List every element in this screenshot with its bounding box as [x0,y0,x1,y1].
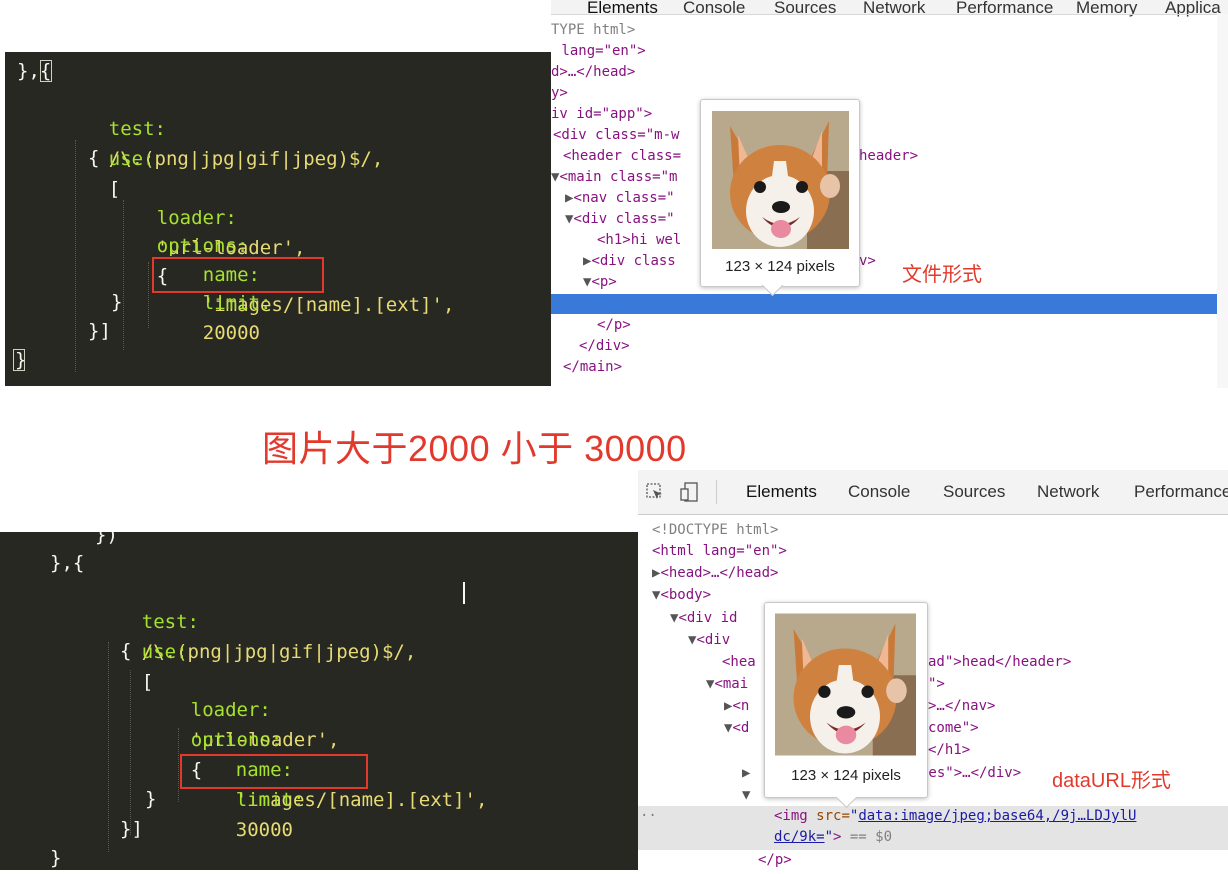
dom-row-img-selected[interactable]: <img src="/images/dog.jpg"> == $0 [551,294,1217,332]
dom-row-p-close[interactable]: </p> [597,317,631,333]
code-brace-close: } [145,788,157,810]
device-toolbar-icon[interactable] [680,482,698,502]
code-line-close-open: },{ [50,552,85,574]
code-limit-value: 30000 [235,819,293,841]
collapse-triangle-icon[interactable]: ▶ [742,765,750,781]
dom-row-nav-tail: >…</nav> [928,698,996,714]
expand-triangle-icon[interactable]: ▼ [742,787,750,803]
limit-highlight-box [152,257,324,293]
dom-row-div-close[interactable]: </div> [579,338,630,354]
dom-row-body[interactable]: y> [551,85,568,101]
img-src-link-cont[interactable]: dc/9k= [774,829,825,845]
dom-row-header[interactable]: <hea [722,654,756,670]
dom-row-header[interactable]: <header class= [563,148,681,164]
code-close-bracket: }] [88,320,111,342]
console-ref-label: == $0 [849,829,893,845]
tab-network[interactable]: Network [1037,470,1099,514]
inspect-element-icon[interactable] [646,483,662,499]
dom-row-main[interactable]: <mai [714,676,748,692]
dom-row-doctype[interactable]: TYPE html> [551,22,635,38]
tab-performance[interactable]: Performance [1134,470,1228,514]
file-form-annotation: 文件形式 [902,264,982,286]
dom-row-h1-close: </h1> [928,742,971,758]
image-size-caption: 123 × 124 pixels [791,767,901,784]
image-size-caption: 123 × 124 pixels [725,258,835,275]
code-use-key: use: [108,148,155,170]
dom-row-head[interactable]: d>…</head> [551,64,635,80]
code-brace-open: { [120,640,132,662]
text-cursor [463,582,465,604]
dom-row-div[interactable]: <div class=" [573,211,674,227]
tab-sources[interactable]: Sources [943,470,1005,514]
dom-row-main-close[interactable]: </main> [563,359,622,375]
code-close-bracket: }] [120,818,143,840]
bottom-code-editor[interactable]: }) },{ test: /\.(png|jpg|gif|jpeg)$/, us… [0,532,638,870]
dom-row-p[interactable]: <p> [591,274,616,290]
dom-row-main-tail: "> [928,676,945,692]
code-brace-close: } [111,291,123,313]
top-code-editor[interactable]: },{ test: /\.(png|jpg|gif|jpeg)$/, use: … [5,52,551,386]
limit-highlight-box [180,754,368,789]
size-range-heading: 图片大于2000 小于 30000 [262,428,687,469]
dom-row-div-app[interactable]: <div id [678,610,737,626]
dom-row-body[interactable]: <body> [660,587,711,603]
dom-row-nav[interactable]: <nav class=" [573,190,674,206]
dom-row-html[interactable]: lang="en"> [553,43,645,59]
devtools-tab-bar: Elements Console Sources Network Perform… [551,0,1228,17]
code-brace-open: { [88,147,100,169]
code-use-key: use: [141,641,188,663]
dom-row-div2-tail: come"> [928,720,979,736]
dataurl-form-annotation: dataURL形式 [1052,770,1171,792]
code-limit-value: 20000 [202,322,260,344]
bottom-devtools-panel[interactable]: Elements Console Sources Network Perform… [638,470,1228,874]
img-src-link[interactable]: data:image/jpeg;base64,/9j…LDJylU [858,808,1136,824]
dom-row-div-app[interactable]: iv id="app"> [551,106,652,122]
bracket-match-marker-end [13,349,25,371]
code-line-prev: }) [95,532,118,546]
dog-photo [775,613,916,756]
tab-console[interactable]: Console [848,470,910,514]
dom-row-doctype[interactable]: <!DOCTYPE html> [652,522,778,538]
image-preview-tooltip: 123 × 124 pixels [764,602,928,809]
dom-row-html[interactable]: <html lang="en"> [652,543,787,559]
dom-row-div2[interactable]: <d [732,720,749,736]
dom-row-div3-tail: kes">…</div> [920,765,1022,781]
code-limit-key: limit: [202,292,272,314]
dom-row-div-inner[interactable]: <div [696,632,730,648]
top-devtools-panel[interactable]: Elements Console Sources Network Perform… [551,0,1228,388]
dom-row-header-tail: ad">head</header> [928,654,1072,670]
dom-row-main[interactable]: <main class="m [559,169,677,185]
dom-row-div-mw[interactable]: <div class="m-w [553,127,679,143]
dog-photo [712,111,849,249]
dom-row-div-class[interactable]: <div class [591,253,675,269]
dom-row-header-tail: header> [859,148,919,164]
dom-row-div-tail: v> [859,253,876,269]
code-last-brace: } [50,847,62,869]
dom-row-p-close[interactable]: </p> [758,852,792,868]
code-limit-key: limit: [235,789,305,811]
devtools-tab-bar: Elements Console Sources Network Perform… [638,470,1228,515]
dom-row-head[interactable]: <head>…</head> [660,565,778,581]
dom-row-nav[interactable]: <n [732,698,749,714]
tab-elements[interactable]: Elements [746,470,817,514]
dom-row-img-selected[interactable]: ·· <img src="data:image/jpeg;base64,/9j…… [638,806,1228,850]
image-preview-tooltip: 123 × 124 pixels [700,99,860,297]
bracket-match-marker [40,60,52,82]
dom-row-h1[interactable]: <h1>hi wel [597,232,681,248]
